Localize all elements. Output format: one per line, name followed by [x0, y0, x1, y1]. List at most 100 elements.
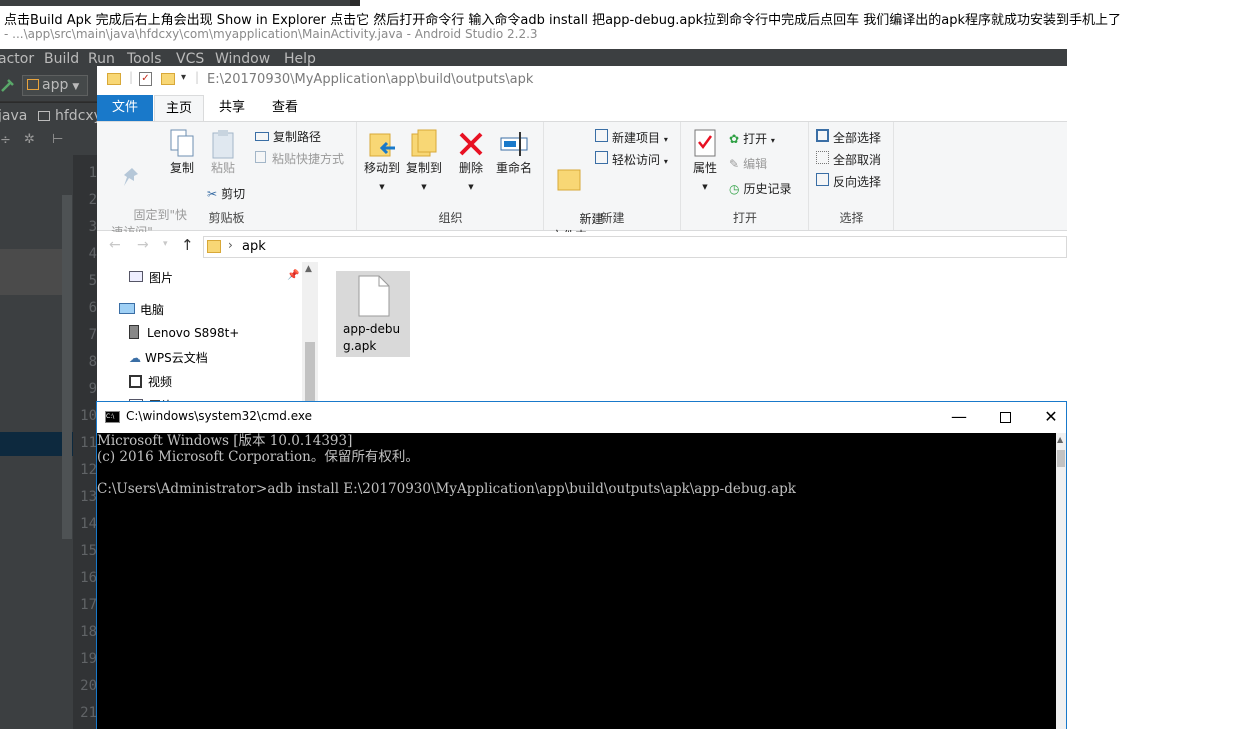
invert-selection-button[interactable]: 反向选择 [816, 173, 881, 190]
easy-access-label: 轻松访问 [612, 153, 661, 167]
menu-build[interactable]: Build [44, 51, 79, 67]
tab-home[interactable]: 主页 [154, 95, 204, 121]
copy-path-button[interactable]: 复制路径 [255, 129, 321, 145]
nav-item-videos[interactable]: 视频 [129, 373, 172, 390]
address-bar[interactable]: › apk [203, 236, 1067, 258]
breadcrumb-apk[interactable]: apk [242, 239, 266, 254]
phone-icon [129, 325, 139, 339]
open-group: 属性 ▼ ✿ 打开 ▾ ✎ 编辑 ◷ 历史记录 打开 [682, 122, 809, 230]
android-studio-breadcrumbs: java hfdcxy [0, 103, 102, 129]
edit-button[interactable]: ✎ 编辑 [729, 156, 767, 172]
menu-run[interactable]: Run [88, 51, 115, 67]
back-icon[interactable]: ← [109, 237, 121, 253]
close-button[interactable]: ✕ [1028, 402, 1074, 432]
open-icon: ✿ [729, 132, 740, 146]
chevron-down-icon: ▾ [663, 157, 668, 166]
open-button[interactable]: ✿ 打开 ▾ [729, 131, 775, 149]
new-folder-quick-icon[interactable] [161, 73, 175, 85]
paste-shortcut-label: 粘贴快捷方式 [272, 152, 345, 166]
tab-file[interactable]: 文件 [97, 95, 153, 121]
new-item-icon [595, 129, 608, 142]
nav-item-this-pc[interactable]: 电脑 [119, 301, 164, 318]
run-config-dropdown[interactable]: app ▼ [22, 75, 88, 96]
maximize-button[interactable] [982, 402, 1028, 432]
android-studio-title: - ...\app\src\main\java\hfdcxy\com\myapp… [4, 27, 538, 41]
gear-icon[interactable]: ✲ [24, 132, 35, 147]
tab-view[interactable]: 查看 [262, 95, 308, 121]
breadcrumb-hfdcxy[interactable]: hfdcxy [55, 108, 102, 124]
cmd-icon: C:\ [105, 411, 120, 423]
cmd-scrollbar[interactable]: ▲ [1056, 433, 1066, 729]
recent-chevron-icon[interactable]: ▾ [163, 239, 168, 249]
project-panel-selection [0, 249, 66, 295]
pictures-icon [129, 271, 143, 282]
explorer-titlebar: | ✓ ▾ | E:\20170930\MyApplication\app\bu… [97, 66, 1067, 94]
paste-button[interactable]: 粘贴 [205, 128, 241, 177]
history-button[interactable]: ◷ 历史记录 [729, 181, 792, 197]
new-folder-icon [557, 169, 581, 191]
properties-quick-icon[interactable]: ✓ [139, 72, 152, 86]
chevron-down-icon: ▼ [379, 183, 385, 191]
breadcrumb-java[interactable]: java [0, 108, 27, 124]
properties-button[interactable]: 属性 ▼ [688, 128, 722, 196]
easy-access-button[interactable]: 轻松访问 ▾ [595, 151, 668, 170]
video-icon [129, 375, 142, 388]
line-number: 1 [88, 165, 97, 181]
new-item-button[interactable]: 新建项目 ▾ [595, 129, 668, 148]
hammer-icon[interactable] [0, 77, 16, 93]
close-icon: ✕ [1044, 407, 1058, 426]
move-to-button[interactable]: 移动到 ▼ [362, 128, 402, 196]
cmd-output[interactable]: Microsoft Windows [版本 10.0.14393] (c) 20… [97, 433, 1056, 729]
select-all-button[interactable]: 全部选择 [816, 129, 881, 146]
nav-scroll-thumb[interactable] [305, 342, 315, 406]
copy-to-button[interactable]: 复制到 ▼ [404, 128, 444, 196]
menu-vcs[interactable]: VCS [176, 51, 204, 67]
scroll-up-icon[interactable]: ▲ [1057, 435, 1063, 444]
hide-icon[interactable]: ⊢ [52, 132, 63, 147]
file-name: app-debu g.apk [343, 322, 401, 353]
nav-label: 视频 [148, 375, 173, 389]
copy-to-label: 复制到 [405, 161, 442, 175]
navigation-pane: 图片 📌 电脑 Lenovo S898t+ ☁WPS云文档 视频 图片 ▲ [97, 262, 319, 406]
copy-button[interactable]: 复制 [165, 128, 199, 177]
project-panel-scrollbar[interactable] [62, 195, 72, 539]
rename-button[interactable]: 重命名 [494, 128, 534, 177]
file-item-apk[interactable]: app-debu g.apk [336, 271, 410, 357]
paste-shortcut-button[interactable]: 粘贴快捷方式 [255, 151, 344, 167]
nav-item-pictures[interactable]: 图片 [129, 269, 173, 286]
up-icon[interactable]: ↑ [181, 236, 194, 254]
cut-button[interactable]: ✂ 剪切 [207, 186, 245, 202]
menu-refactor[interactable]: actor [0, 51, 34, 67]
chevron-down-icon: ▾ [770, 136, 775, 145]
tab-share[interactable]: 共享 [209, 95, 255, 121]
delete-button[interactable]: 删除 ▼ [456, 128, 486, 196]
menu-window[interactable]: Window [215, 51, 270, 67]
line-number: 20 [80, 678, 97, 694]
scroll-up-icon[interactable]: ▲ [305, 264, 312, 274]
forward-icon[interactable]: → [137, 237, 149, 253]
line-number: 4 [88, 246, 97, 262]
cmd-window: C:\ C:\windows\system32\cmd.exe — ✕ Micr… [96, 401, 1067, 729]
properties-icon [694, 129, 716, 157]
menu-help[interactable]: Help [284, 51, 316, 67]
menu-tools[interactable]: Tools [127, 51, 162, 67]
pin-icon[interactable]: 📌 [287, 270, 299, 281]
nav-item-wps[interactable]: ☁ WPS云文档 [129, 349, 208, 366]
customize-quick-access-icon[interactable]: ▾ [181, 72, 186, 83]
nav-label: Lenovo S898t+ [147, 326, 240, 340]
edit-label: 编辑 [743, 157, 768, 171]
select-none-button[interactable]: 全部取消 [816, 151, 881, 168]
line-number: 12 [80, 462, 97, 478]
line-number: 14 [80, 516, 97, 532]
address-row: ← → ▾ ↑ › apk [97, 232, 1067, 262]
clipboard-icon [212, 130, 234, 159]
new-group: 新建 文件夹 新建项目 ▾ 轻松访问 ▾ 新建 [545, 122, 681, 243]
minimize-button[interactable]: — [936, 402, 982, 432]
clipboard-group-label: 剪贴板 [208, 211, 245, 225]
collapse-icon[interactable]: ÷ [0, 133, 11, 148]
breadcrumb-chevron-icon: › [228, 238, 233, 252]
cmd-scroll-thumb[interactable] [1057, 450, 1065, 467]
line-number: 19 [80, 651, 97, 667]
nav-item-lenovo[interactable]: Lenovo S898t+ [129, 325, 239, 340]
folder-icon [107, 73, 121, 85]
